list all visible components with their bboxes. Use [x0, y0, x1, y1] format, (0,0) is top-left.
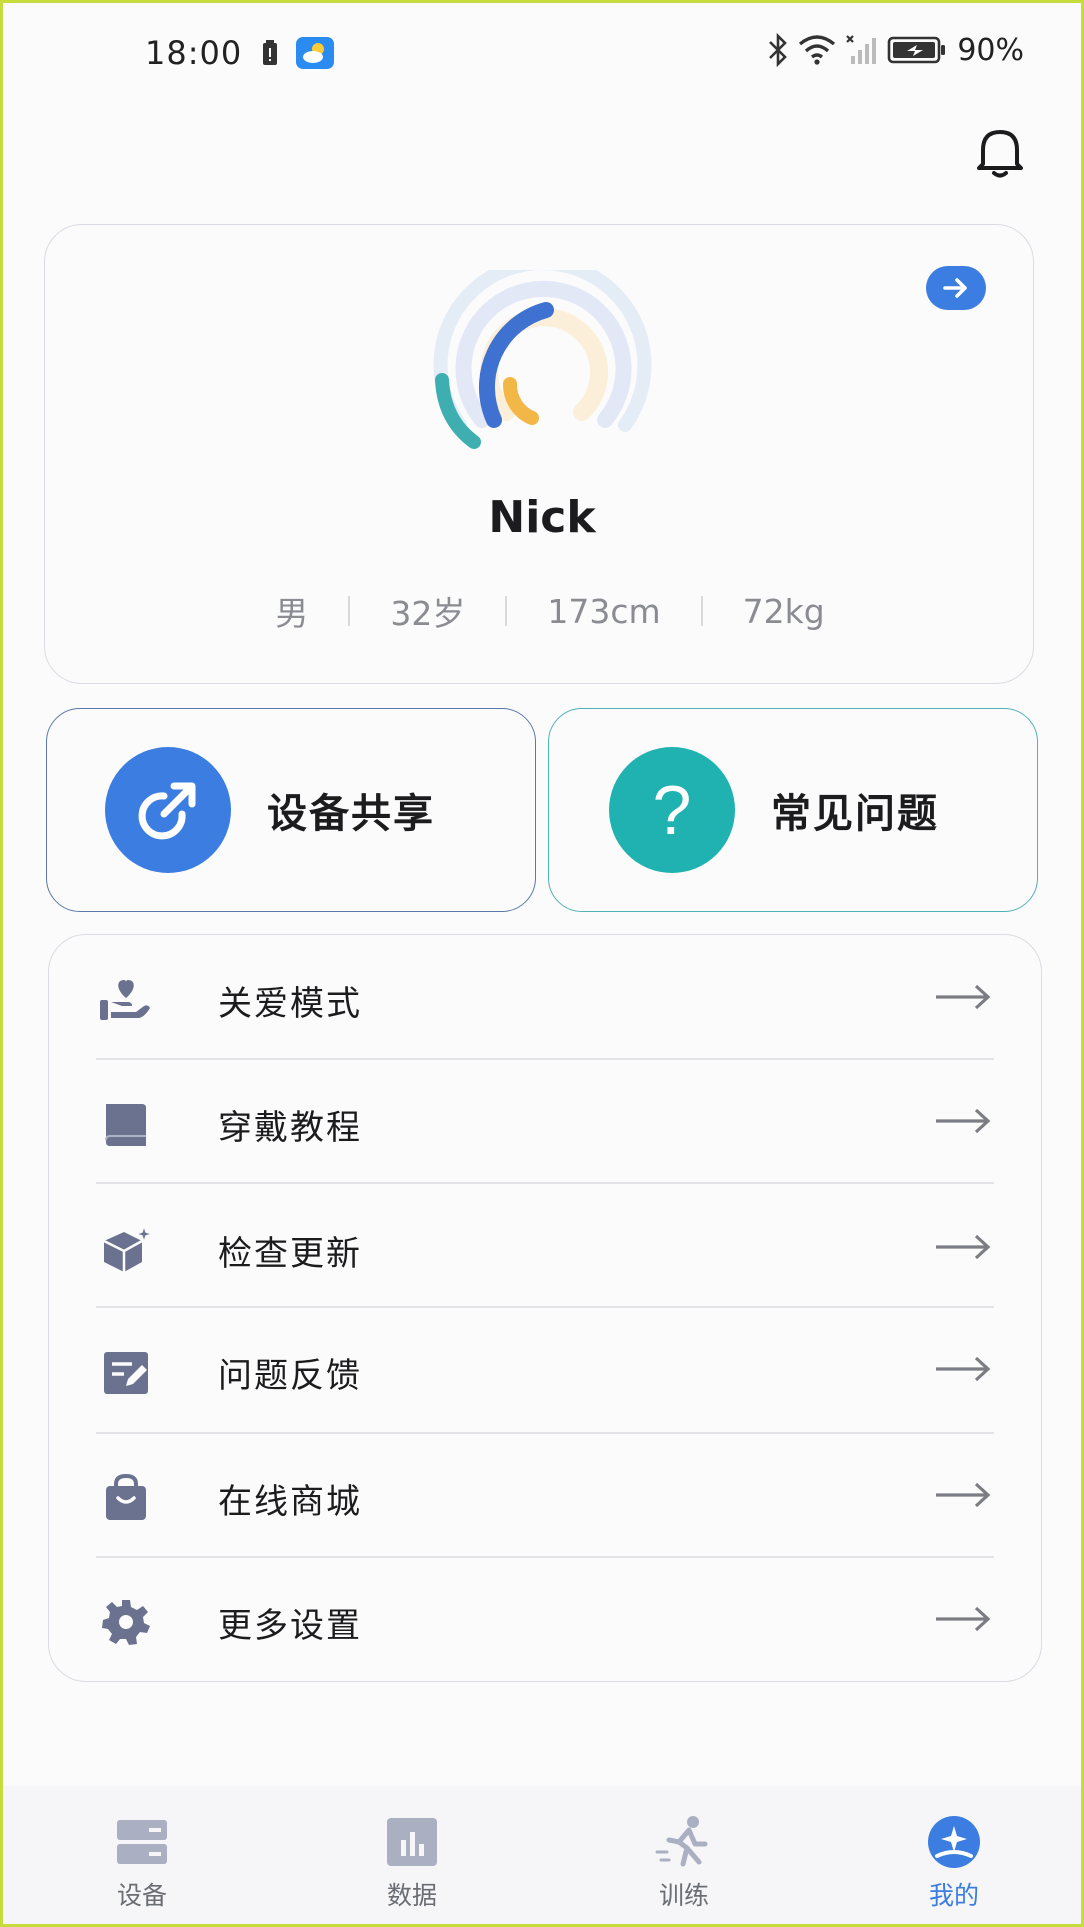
menu-label: 更多设置 — [218, 1606, 362, 1646]
arrow-right-icon — [943, 278, 967, 298]
menu-item-online-store[interactable]: 在线商城 — [94, 1436, 992, 1560]
menu-divider — [96, 1432, 994, 1434]
menu-label: 穿戴教程 — [218, 1108, 362, 1148]
nav-label: 设备 — [116, 1881, 167, 1910]
faq-button[interactable]: ? 常见问题 — [548, 708, 1038, 912]
battery-percent: 90% — [957, 32, 1024, 68]
share-icon — [138, 782, 196, 840]
nav-label: 数据 — [386, 1881, 437, 1910]
menu-label: 关爱模式 — [218, 984, 362, 1024]
profile-age: 32岁 — [390, 594, 466, 633]
data-chart-icon — [387, 1818, 437, 1866]
nav-item-data[interactable]: 数据 — [352, 1814, 472, 1914]
bottom-nav: 设备 数据 训练 我的 — [0, 1786, 1084, 1927]
menu-label: 问题反馈 — [218, 1356, 362, 1396]
profile-height: 173cm — [547, 591, 661, 631]
update-box-icon — [103, 1224, 154, 1272]
profile-gender: 男 — [275, 594, 309, 633]
gear-icon — [102, 1600, 150, 1645]
feedback-edit-icon — [104, 1352, 148, 1394]
status-time: 18:00 — [145, 34, 243, 72]
profile-icon — [928, 1816, 980, 1868]
profile-detail-button[interactable] — [926, 266, 986, 310]
menu-item-care-mode[interactable]: 关爱模式 — [94, 938, 992, 1062]
nav-item-mine[interactable]: 我的 — [894, 1814, 1014, 1914]
profile-weight: 72kg — [742, 591, 825, 631]
status-bar: 18:00 90% — [0, 0, 1084, 100]
battery-alert-icon — [263, 40, 277, 65]
menu-label: 检查更新 — [218, 1234, 362, 1274]
nav-item-training[interactable]: 训练 — [624, 1814, 744, 1914]
care-hand-heart-icon — [100, 980, 150, 1020]
device-icon — [117, 1820, 167, 1864]
bluetooth-icon — [769, 33, 788, 67]
notification-bell-icon[interactable] — [974, 124, 1026, 180]
menu-divider — [96, 1058, 994, 1060]
faq-label: 常见问题 — [771, 791, 939, 837]
device-share-button[interactable]: 设备共享 — [46, 708, 536, 912]
running-icon — [655, 1816, 708, 1867]
nav-item-device[interactable]: 设备 — [82, 1814, 202, 1914]
nav-label: 训练 — [658, 1881, 709, 1910]
battery-icon — [888, 36, 946, 64]
avatar[interactable] — [420, 270, 660, 470]
question-icon: ? — [652, 771, 692, 849]
nav-label: 我的 — [928, 1881, 979, 1910]
profile-name: Nick — [488, 492, 596, 543]
question-icon-circle: ? — [609, 747, 735, 873]
share-icon-circle — [105, 747, 231, 873]
arrow-right-icon — [936, 1356, 991, 1382]
profile-stats: 男 32岁 173cm 72kg — [200, 588, 900, 634]
book-icon — [105, 1104, 146, 1146]
menu-divider — [96, 1306, 994, 1308]
shopping-bag-icon — [106, 1473, 146, 1520]
arrow-right-icon — [936, 1482, 991, 1508]
menu-item-feedback[interactable]: 问题反馈 — [94, 1310, 992, 1434]
arrow-right-icon — [936, 984, 991, 1010]
signal-icon — [846, 35, 877, 64]
menu-item-wear-tutorial[interactable]: 穿戴教程 — [94, 1062, 992, 1186]
arrow-right-icon — [936, 1606, 991, 1632]
weather-app-icon — [296, 37, 334, 69]
device-share-label: 设备共享 — [267, 791, 435, 837]
wifi-icon — [799, 35, 836, 65]
menu-item-check-update[interactable]: 检查更新 — [94, 1188, 992, 1312]
arrow-right-icon — [936, 1234, 991, 1260]
menu-item-more-settings[interactable]: 更多设置 — [94, 1560, 992, 1684]
menu-divider — [96, 1182, 994, 1184]
menu-label: 在线商城 — [218, 1482, 362, 1522]
status-right: 90% — [767, 32, 1024, 68]
menu-divider — [96, 1556, 994, 1558]
arrow-right-icon — [936, 1108, 991, 1134]
